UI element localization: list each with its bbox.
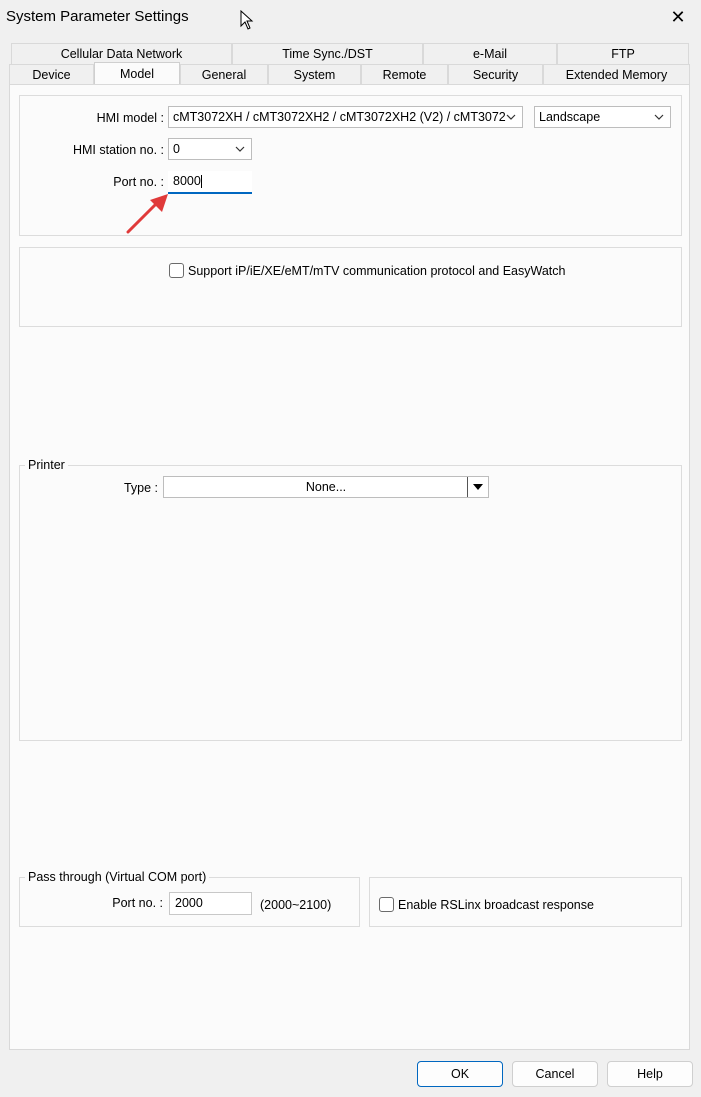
rslinx-checkbox[interactable] bbox=[379, 897, 394, 912]
printer-type-select[interactable]: None... bbox=[163, 476, 489, 498]
tab-cellular-data-network[interactable]: Cellular Data Network bbox=[11, 43, 232, 64]
hmi-model-select[interactable]: cMT3072XH / cMT3072XH2 / cMT3072XH2 (V2)… bbox=[168, 106, 523, 128]
hmi-station-select[interactable]: 0 bbox=[168, 138, 252, 160]
port-no-input[interactable]: 8000 bbox=[168, 171, 252, 194]
hmi-station-label: HMI station no. : bbox=[72, 143, 164, 157]
window-title: System Parameter Settings bbox=[6, 8, 189, 25]
tab-ftp[interactable]: FTP bbox=[557, 43, 689, 64]
tab-extended-memory[interactable]: Extended Memory bbox=[543, 64, 690, 85]
pass-through-group-label: Pass through (Virtual COM port) bbox=[25, 870, 210, 884]
tab-time-sync-dst[interactable]: Time Sync./DST bbox=[232, 43, 423, 64]
rslinx-label: Enable RSLinx broadcast response bbox=[398, 898, 594, 912]
tab-model[interactable]: Model bbox=[94, 62, 180, 85]
tab-row-lower: Device Model General System Remote Secur… bbox=[9, 62, 690, 85]
printer-group: Printer Type : None... bbox=[19, 458, 682, 741]
chevron-down-icon bbox=[506, 107, 516, 127]
tab-row-upper: Cellular Data Network Time Sync./DST e-M… bbox=[11, 43, 689, 64]
orientation-select[interactable]: Landscape bbox=[534, 106, 671, 128]
port-no-value: 8000 bbox=[173, 174, 201, 188]
orientation-value: Landscape bbox=[539, 110, 601, 124]
printer-type-value: None... bbox=[305, 480, 347, 494]
tab-email[interactable]: e-Mail bbox=[423, 43, 557, 64]
printer-group-label: Printer bbox=[25, 458, 68, 472]
pass-through-port-input[interactable]: 2000 bbox=[169, 892, 252, 915]
printer-type-label: Type : bbox=[123, 481, 158, 495]
port-no-label: Port no. : bbox=[113, 175, 164, 189]
tab-system[interactable]: System bbox=[268, 64, 361, 85]
hmi-station-value: 0 bbox=[173, 142, 180, 156]
tab-content-panel: HMI model : cMT3072XH / cMT3072XH2 / cMT… bbox=[9, 84, 690, 1050]
close-icon[interactable]: ✕ bbox=[655, 0, 701, 34]
model-group: HMI model : cMT3072XH / cMT3072XH2 / cMT… bbox=[19, 95, 682, 236]
red-arrow-icon bbox=[126, 194, 168, 234]
tab-general[interactable]: General bbox=[180, 64, 268, 85]
cancel-button[interactable]: Cancel bbox=[512, 1061, 598, 1087]
text-caret bbox=[200, 175, 202, 189]
title-bar: System Parameter Settings ✕ bbox=[0, 0, 701, 34]
support-protocol-label: Support iP/iE/XE/eMT/mTV communication p… bbox=[188, 264, 566, 278]
protocol-group: Support iP/iE/XE/eMT/mTV communication p… bbox=[19, 247, 682, 327]
tab-security[interactable]: Security bbox=[448, 64, 543, 85]
tab-remote[interactable]: Remote bbox=[361, 64, 448, 85]
hmi-model-label: HMI model : bbox=[96, 111, 164, 125]
pass-through-port-value: 2000 bbox=[175, 896, 203, 910]
chevron-down-icon bbox=[654, 107, 664, 127]
pass-through-port-label: Port no. : bbox=[112, 896, 163, 910]
support-protocol-checkbox[interactable] bbox=[169, 263, 184, 278]
chevron-down-icon bbox=[235, 139, 245, 159]
dropdown-arrow-icon bbox=[467, 477, 488, 497]
ok-button[interactable]: OK bbox=[417, 1061, 503, 1087]
help-button[interactable]: Help bbox=[607, 1061, 693, 1087]
rslinx-group: Enable RSLinx broadcast response bbox=[369, 877, 682, 927]
mouse-cursor-icon bbox=[240, 10, 254, 30]
pass-through-range: (2000~2100) bbox=[260, 898, 332, 912]
pass-through-group: Pass through (Virtual COM port) Port no.… bbox=[19, 870, 360, 927]
tab-device[interactable]: Device bbox=[9, 64, 94, 85]
hmi-model-value: cMT3072XH / cMT3072XH2 / cMT3072XH2 (V2)… bbox=[173, 110, 506, 124]
